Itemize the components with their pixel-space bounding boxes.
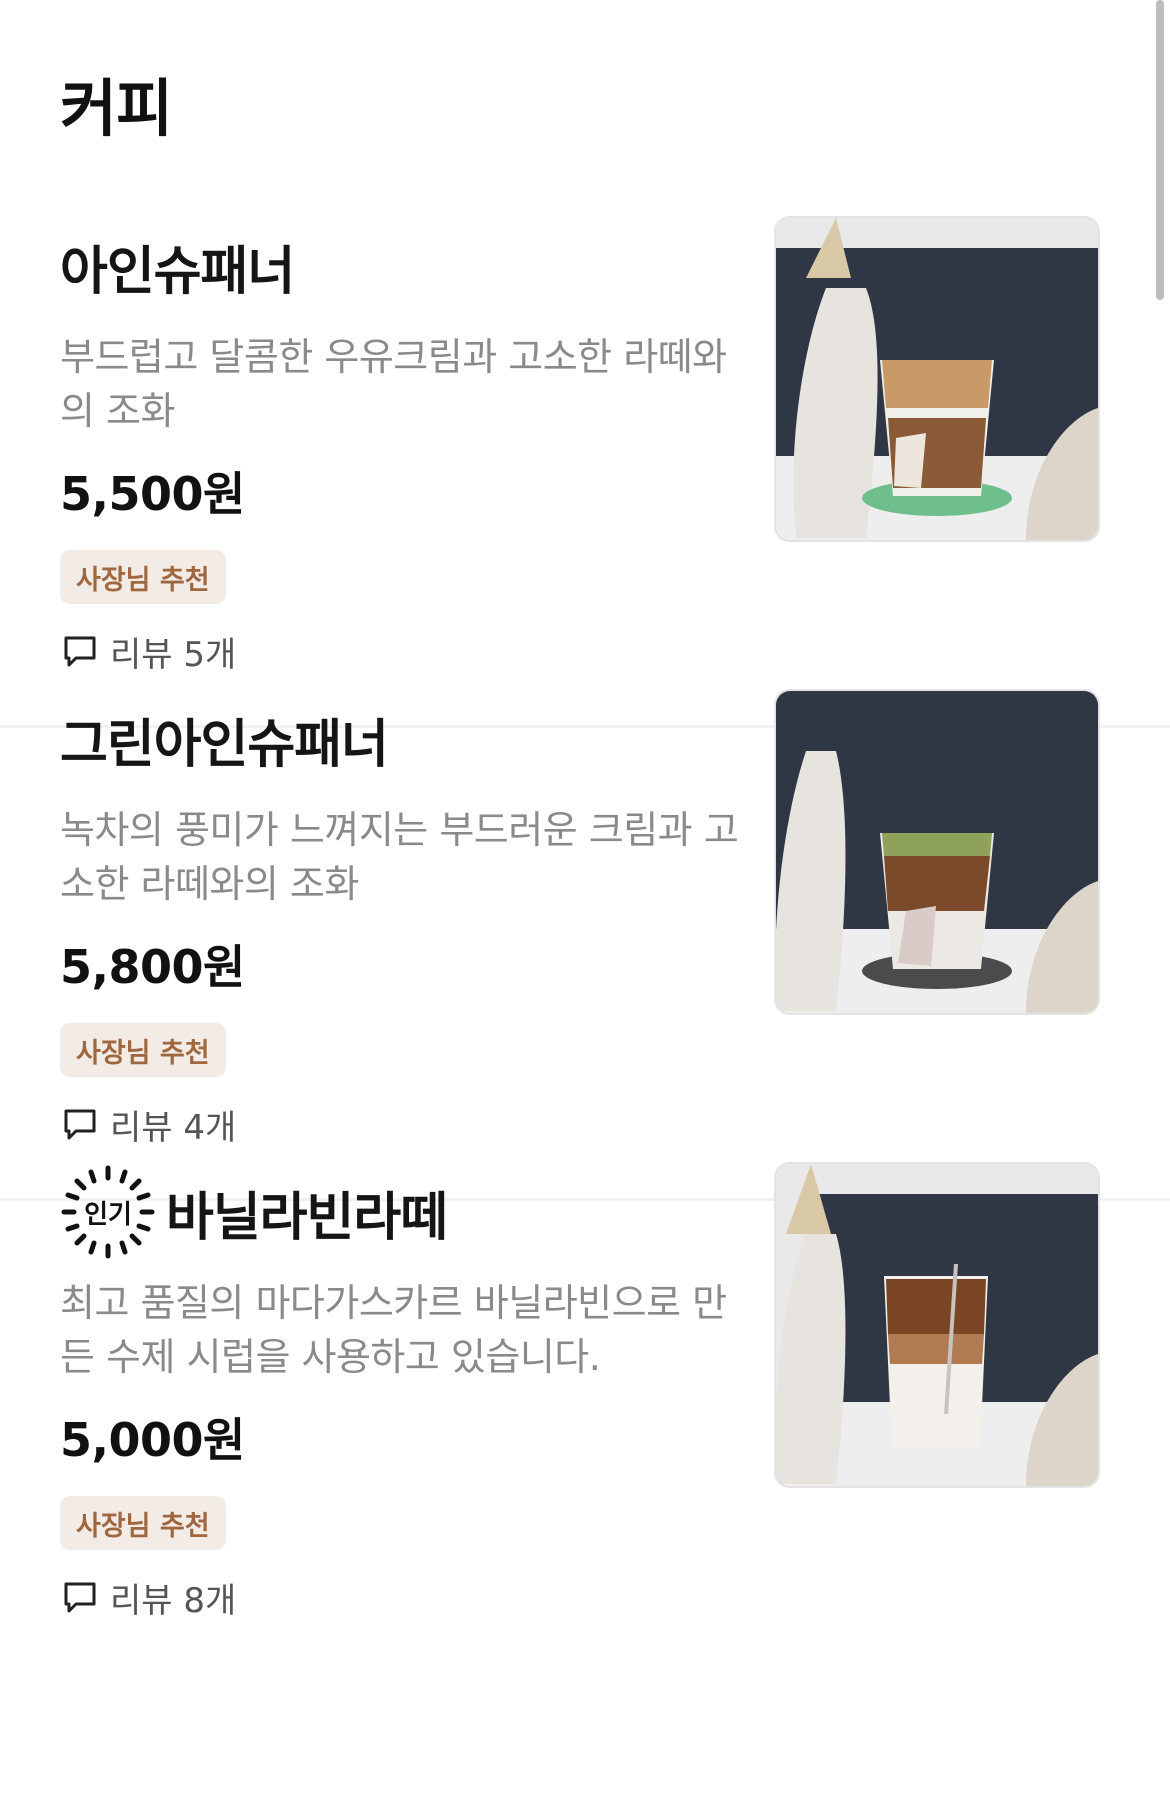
review-count[interactable]: 리뷰 8개 — [60, 1572, 236, 1622]
review-text: 리뷰 8개 — [110, 1580, 237, 1621]
item-price: 5,800원 — [60, 940, 245, 994]
item-description: 녹차의 풍미가 느껴지는 부드러운 크림과 고소한 라떼와의 조화 — [60, 808, 739, 906]
popular-badge: 인기 — [60, 1164, 156, 1260]
speech-bubble-icon — [64, 1582, 96, 1613]
item-name-row: 그린아인슈패너 — [60, 689, 389, 789]
menu-item[interactable]: 그린아인슈패너 녹차의 풍미가 느껴지는 부드러운 크림과 고소한 라떼와의 조… — [0, 663, 1170, 1201]
owner-pick-badge: 사장님 추천 — [60, 550, 226, 604]
item-name: 바닐라빈라떼 — [166, 1187, 448, 1248]
vanilla-bean-latte-photo — [776, 1164, 1098, 1486]
item-name: 그린아인슈패너 — [60, 714, 389, 775]
item-photo[interactable] — [774, 1162, 1100, 1488]
item-description: 최고 품질의 마다가스카르 바닐라빈으로 만든 수제 시럽을 사용하고 있습니다… — [60, 1281, 727, 1379]
item-name: 아인슈패너 — [60, 241, 295, 302]
item-name-row: 아인슈패너 — [60, 216, 295, 316]
item-photo[interactable] — [774, 216, 1100, 542]
category-title: 커피 — [60, 72, 173, 145]
owner-pick-badge: 사장님 추천 — [60, 1023, 226, 1077]
item-price: 5,500원 — [60, 467, 245, 521]
menu-item[interactable]: 아인슈패너 부드럽고 달콤한 우유크림과 고소한 라떼와의 조화 5,500원 … — [0, 190, 1170, 728]
popular-badge-label: 인기 — [84, 1199, 132, 1230]
menu-item[interactable]: 인기 바닐라빈라떼 최고 품질의 마다가스카르 바닐라빈으로 만든 수제 시럽을… — [0, 1136, 1170, 1674]
einspanner-photo — [776, 218, 1098, 540]
item-price: 5,000원 — [60, 1413, 245, 1467]
item-photo[interactable] — [774, 689, 1100, 1015]
item-description: 부드럽고 달콤한 우유크림과 고소한 라떼와의 조화 — [60, 335, 727, 433]
owner-pick-badge: 사장님 추천 — [60, 1496, 226, 1550]
item-name-row: 인기 바닐라빈라떼 — [60, 1162, 448, 1262]
green-einspanner-photo — [776, 691, 1098, 1013]
